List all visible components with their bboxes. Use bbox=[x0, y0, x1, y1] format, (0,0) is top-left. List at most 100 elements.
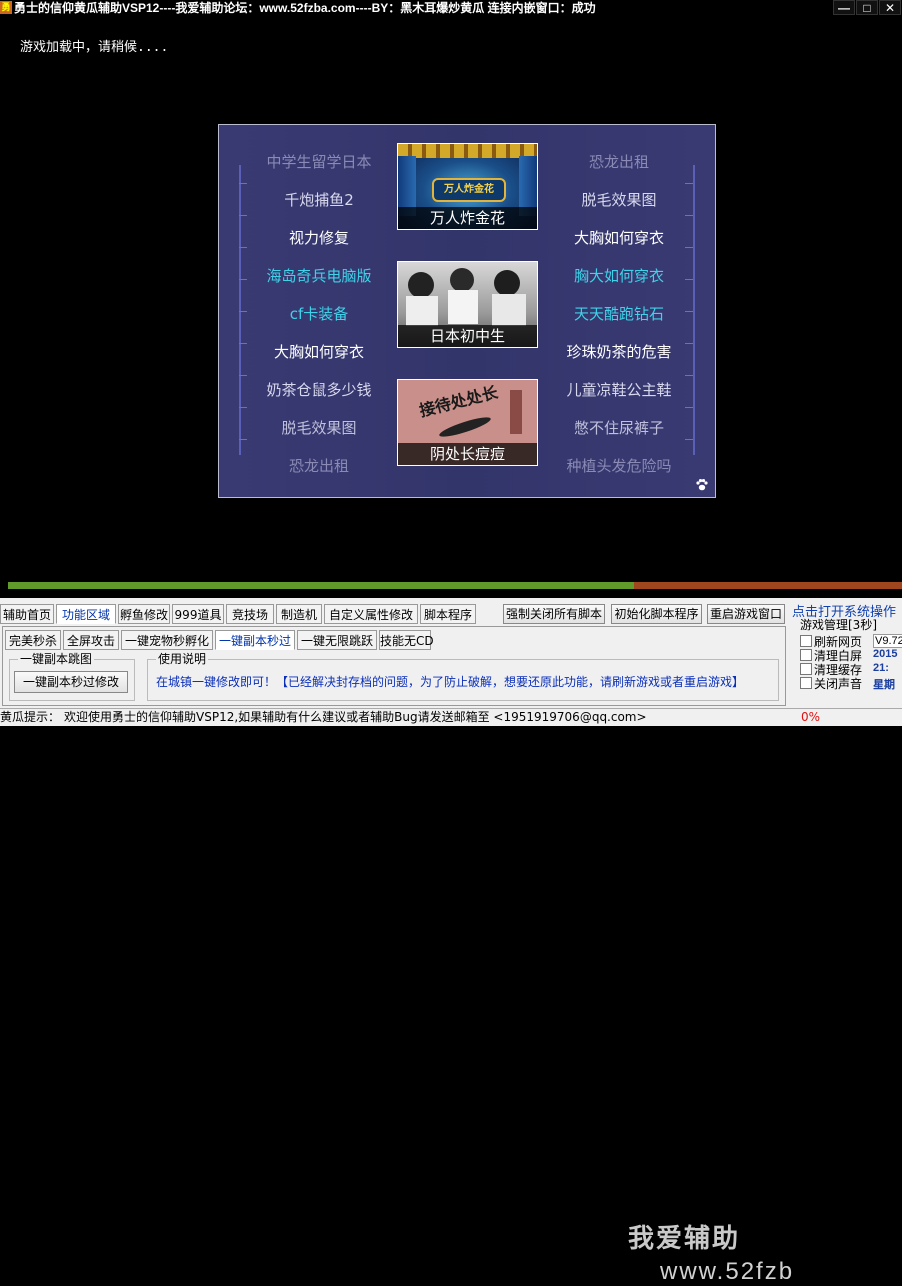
ad-link[interactable]: 海岛奇兵电脑版 bbox=[249, 266, 389, 286]
decoration-tick bbox=[685, 279, 693, 280]
checkbox-label: 刷新网页 bbox=[814, 635, 863, 649]
book-cover-bar bbox=[510, 390, 522, 434]
ad-link[interactable]: 奶茶仓鼠多少钱 bbox=[249, 380, 389, 400]
maximize-button[interactable]: □ bbox=[856, 0, 878, 15]
decoration-tick bbox=[685, 215, 693, 216]
ad-image-students[interactable]: 日本初中生 bbox=[397, 261, 538, 348]
ad-link[interactable]: 恐龙出租 bbox=[249, 456, 389, 476]
main-tab[interactable]: 自定义属性修改 bbox=[324, 604, 418, 624]
sub-tab[interactable]: 一键无限跳跃 bbox=[297, 630, 377, 650]
game-info-value: 21: bbox=[873, 662, 889, 674]
usage-instructions-group: 使用说明 在城镇一键修改即可！【已经解决封存档的问题，为了防止破解，想要还原此功… bbox=[147, 652, 779, 701]
game-app-icon: 勇 bbox=[0, 1, 12, 14]
photo-figure bbox=[450, 268, 474, 292]
main-tab[interactable]: 功能区域 bbox=[56, 604, 116, 624]
group-legend: 使用说明 bbox=[156, 652, 209, 666]
status-message: 欢迎使用勇士的信仰辅助VSP12,如果辅助有什么建议或者辅助Bug请发送邮箱至 … bbox=[64, 710, 647, 724]
status-label: 黄瓜提示： bbox=[0, 710, 61, 724]
checkbox-box[interactable] bbox=[800, 663, 812, 675]
game-option-checkbox[interactable]: 关闭声音 bbox=[800, 676, 862, 692]
photo-figure bbox=[448, 290, 478, 324]
book-cover-title: 接待处处长 bbox=[417, 384, 500, 421]
tool-panel: 辅助首页 功能区域 孵鱼修改 999道具 竞技场 制造机 自定义属性修改 脚本程序 强制关闭所… bbox=[0, 598, 902, 1285]
main-tab[interactable]: 竞技场 bbox=[226, 604, 274, 624]
watermark-text: 我爱辅助 bbox=[628, 1224, 741, 1254]
sub-tab[interactable]: 一键宠物秒孵化 bbox=[121, 630, 213, 650]
photo-figure bbox=[406, 296, 438, 326]
decoration-tick bbox=[239, 215, 247, 216]
sub-tab[interactable]: 全屏攻击 bbox=[63, 630, 119, 650]
ad-caption: 阴处长痘痘 bbox=[398, 443, 537, 465]
curtain-top bbox=[398, 144, 537, 158]
photo-figure bbox=[492, 294, 526, 326]
ad-image-poker[interactable]: 万人炸金花 万人炸金花 bbox=[397, 143, 538, 230]
loading-progress-bar bbox=[8, 582, 902, 589]
right-decoration-line bbox=[693, 165, 695, 455]
game-info-value: 2015 bbox=[873, 648, 898, 660]
ad-link[interactable]: 天天酷跑钻石 bbox=[549, 304, 689, 324]
decoration-tick bbox=[239, 279, 247, 280]
init-script-button[interactable]: 初始化脚本程序 bbox=[611, 604, 702, 624]
dungeon-instant-clear-button[interactable]: 一键副本秒过修改 bbox=[14, 671, 128, 693]
ad-panel: 中学生留学日本 千炮捕鱼2 视力修复 海岛奇兵电脑版 cf卡装备 大胸如何穿衣 奶茶仓鼠多少… bbox=[218, 124, 716, 498]
status-bar: 黄瓜提示： 欢迎使用勇士的信仰辅助VSP12,如果辅助有什么建议或者辅助Bug请… bbox=[0, 708, 902, 726]
ad-link[interactable]: 儿童凉鞋公主鞋 bbox=[549, 380, 689, 400]
ad-link[interactable]: 大胸如何穿衣 bbox=[249, 342, 389, 362]
decoration-tick bbox=[239, 183, 247, 184]
checkbox-box[interactable] bbox=[800, 635, 812, 647]
group-legend: 一键副本跳图 bbox=[18, 652, 95, 666]
photo-figure bbox=[494, 270, 520, 296]
force-close-scripts-button[interactable]: 强制关闭所有脚本 bbox=[503, 604, 605, 624]
main-tab[interactable]: 999道具 bbox=[172, 604, 224, 624]
ad-link[interactable]: cf卡装备 bbox=[249, 304, 389, 324]
ad-link[interactable]: 恐龙出租 bbox=[549, 152, 689, 172]
restart-game-window-button[interactable]: 重启游戏窗口 bbox=[707, 604, 785, 624]
dungeon-jump-group: 一键副本跳图 一键副本秒过修改 bbox=[9, 652, 135, 701]
ad-link[interactable]: 脱毛效果图 bbox=[249, 418, 389, 438]
ad-link[interactable]: 千炮捕鱼2 bbox=[249, 190, 389, 210]
title-bar: 勇 勇士的信仰黄瓜辅助VSP12----我爱辅助论坛：www.52fzba.co… bbox=[0, 0, 902, 16]
ad-link[interactable]: 种植头发危险吗 bbox=[549, 456, 689, 476]
main-tab[interactable]: 辅助首页 bbox=[0, 604, 54, 624]
ad-link[interactable]: 珍珠奶茶的危害 bbox=[549, 342, 689, 362]
ad-link[interactable]: 视力修复 bbox=[249, 228, 389, 248]
main-tab[interactable]: 制造机 bbox=[276, 604, 322, 624]
decoration-tick bbox=[239, 375, 247, 376]
progress-fill bbox=[8, 582, 634, 589]
ad-link[interactable]: 脱毛效果图 bbox=[549, 190, 689, 210]
decoration-tick bbox=[685, 311, 693, 312]
function-area: 完美秒杀 全屏攻击 一键宠物秒孵化 一键副本秒过 一键无限跳跃 技能无CD 一键副本跳图 … bbox=[2, 626, 786, 706]
sub-tab[interactable]: 技能无CD bbox=[379, 630, 434, 650]
checkbox-box[interactable] bbox=[800, 649, 812, 661]
ad-link[interactable]: 憋不住尿裤子 bbox=[549, 418, 689, 438]
window-title: 勇士的信仰黄瓜辅助VSP12----我爱辅助论坛：www.52fzba.com-… bbox=[14, 1, 596, 15]
decoration-tick bbox=[685, 183, 693, 184]
decoration-tick bbox=[239, 247, 247, 248]
minimize-button[interactable]: — bbox=[833, 0, 855, 15]
main-tab[interactable]: 脚本程序 bbox=[420, 604, 476, 624]
ad-caption: 日本初中生 bbox=[398, 325, 537, 347]
ad-link[interactable]: 大胸如何穿衣 bbox=[549, 228, 689, 248]
decoration-tick bbox=[685, 343, 693, 344]
game-info-value: V9.72 bbox=[873, 634, 902, 648]
checkbox-box[interactable] bbox=[800, 677, 812, 689]
status-percent: 0% bbox=[801, 710, 821, 724]
decoration-tick bbox=[685, 407, 693, 408]
decoration-tick bbox=[239, 343, 247, 344]
sub-tab[interactable]: 一键副本秒过 bbox=[215, 630, 295, 650]
photo-figure bbox=[408, 272, 434, 298]
game-management-title: 游戏管理[3秒] bbox=[800, 618, 877, 632]
main-tab[interactable]: 孵鱼修改 bbox=[118, 604, 170, 624]
ad-link[interactable]: 胸大如何穿衣 bbox=[549, 266, 689, 286]
close-button[interactable]: ✕ bbox=[879, 0, 901, 15]
ad-image-book[interactable]: 接待处处长 阴处长痘痘 bbox=[397, 379, 538, 466]
paw-icon[interactable] bbox=[695, 478, 709, 492]
sub-tab[interactable]: 完美秒杀 bbox=[5, 630, 61, 650]
usage-text: 在城镇一键修改即可！【已经解决封存档的问题，为了防止破解，想要还原此功能，请刷新… bbox=[156, 675, 745, 689]
loading-message: 游戏加载中，请稍候.... bbox=[20, 40, 169, 55]
decoration-tick bbox=[685, 439, 693, 440]
watermark-url: www.52fzb bbox=[660, 1258, 795, 1285]
ad-link[interactable]: 中学生留学日本 bbox=[249, 152, 389, 172]
book-cover-shape bbox=[437, 413, 493, 441]
decoration-tick bbox=[239, 439, 247, 440]
